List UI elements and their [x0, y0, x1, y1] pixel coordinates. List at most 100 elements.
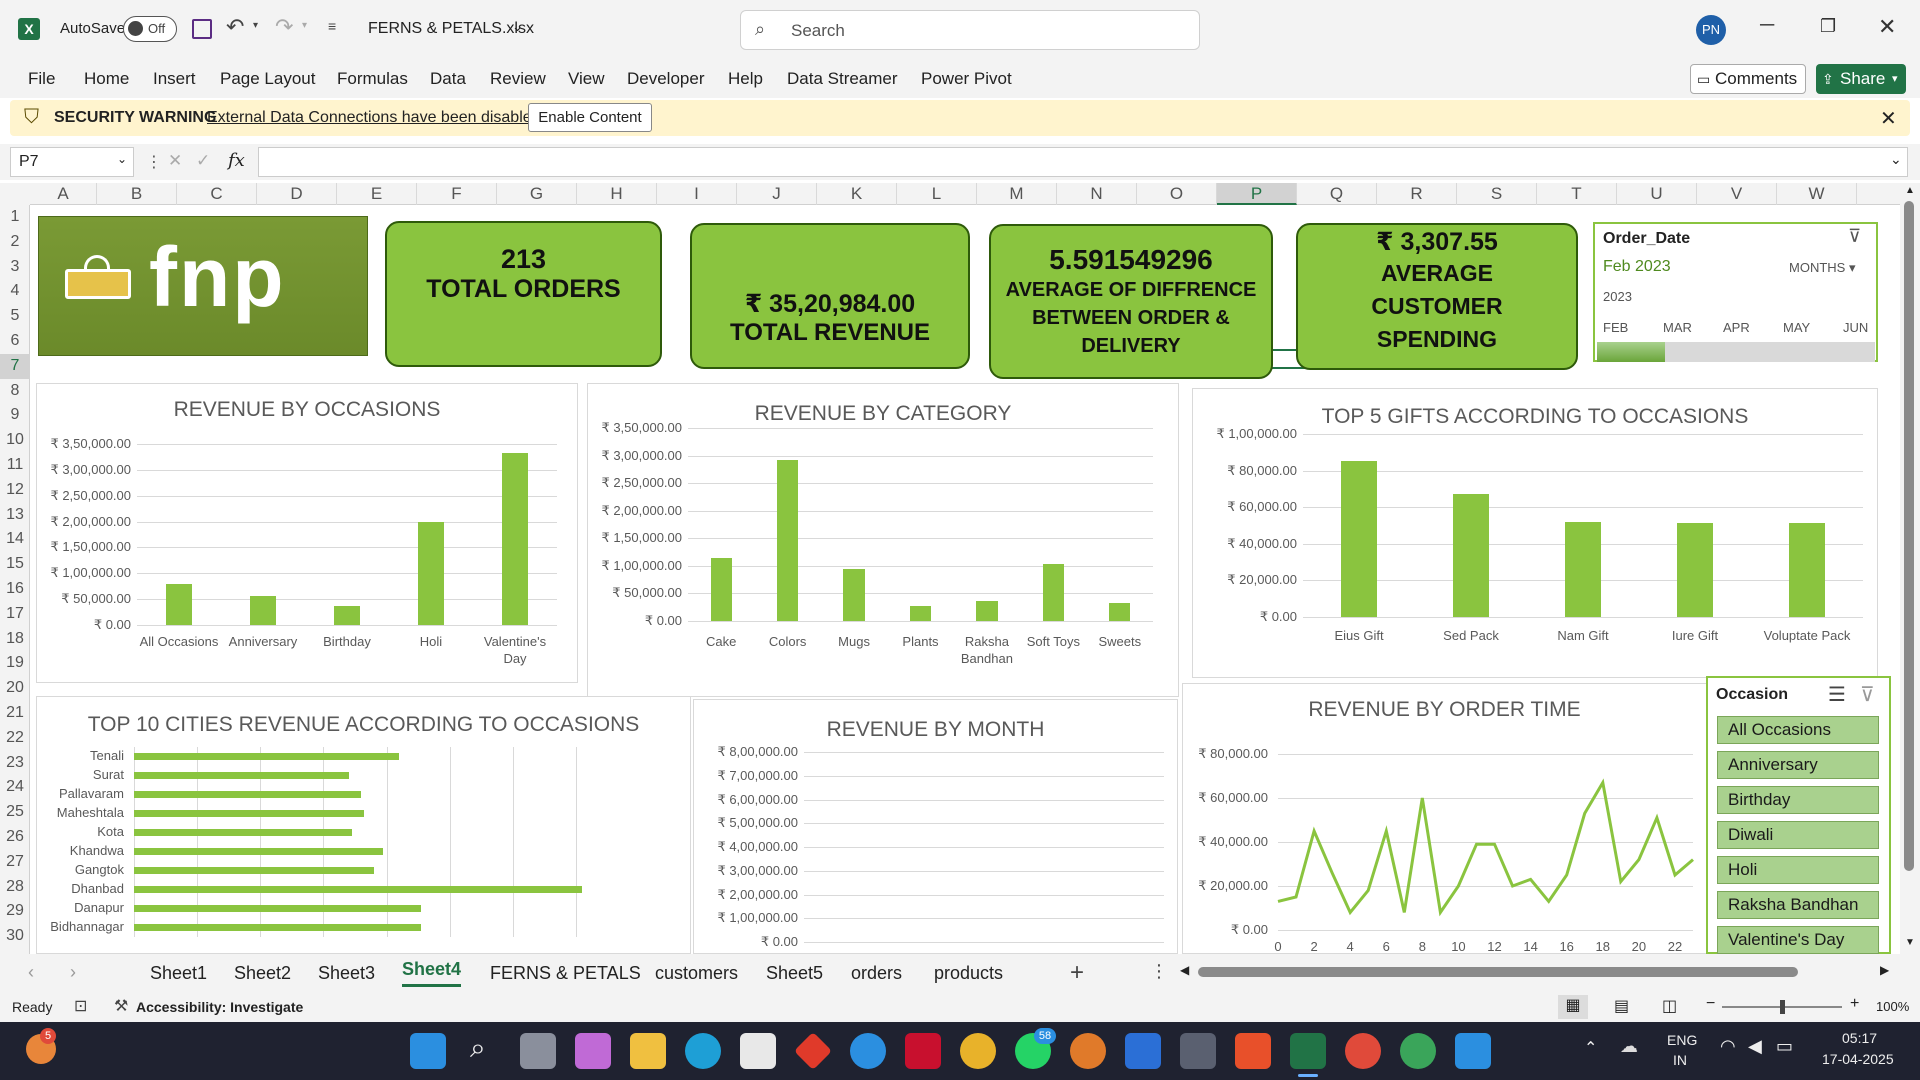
- row-header-19[interactable]: 19: [0, 651, 30, 676]
- row-header-21[interactable]: 21: [0, 701, 30, 726]
- restore-icon[interactable]: ❐: [1820, 16, 1836, 37]
- tab-scroll-left-icon[interactable]: ‹: [28, 962, 34, 983]
- tab-data[interactable]: Data: [430, 69, 466, 89]
- column-header-M[interactable]: M: [977, 183, 1057, 205]
- slicer-item[interactable]: All Occasions: [1717, 716, 1879, 744]
- horizontal-scrollbar[interactable]: ◀ ▶: [1180, 963, 1894, 980]
- zoom-slider-thumb[interactable]: [1780, 1000, 1785, 1014]
- column-header-I[interactable]: I: [657, 183, 737, 205]
- sheet-tab[interactable]: Sheet3: [318, 963, 375, 984]
- zoom-level[interactable]: 100%: [1876, 999, 1909, 1014]
- clock-date[interactable]: 17-04-2025: [1822, 1051, 1894, 1067]
- excel-taskbar-icon[interactable]: [1290, 1033, 1326, 1069]
- vertical-scroll-thumb[interactable]: [1904, 201, 1914, 871]
- tab-help[interactable]: Help: [728, 69, 763, 89]
- brave-icon[interactable]: [1235, 1033, 1271, 1069]
- page-layout-view-icon[interactable]: ▤: [1614, 996, 1629, 1016]
- customize-qat-icon[interactable]: ≡: [328, 18, 336, 34]
- timeline-month[interactable]: JUN: [1843, 320, 1868, 335]
- scroll-down-icon[interactable]: ▼: [1905, 937, 1915, 948]
- hscroll-right-icon[interactable]: ▶: [1880, 963, 1889, 977]
- timeline-month[interactable]: MAY: [1783, 320, 1810, 335]
- language-line1[interactable]: ENG: [1667, 1032, 1697, 1048]
- accessibility-status[interactable]: Accessibility: Investigate: [136, 999, 303, 1015]
- avatar[interactable]: PN: [1696, 15, 1726, 45]
- normal-view-button[interactable]: ▦: [1558, 995, 1588, 1019]
- tab-scroll-right-icon[interactable]: ›: [70, 962, 76, 983]
- timeline-unit-dropdown[interactable]: MONTHS ▾: [1789, 260, 1855, 276]
- store-icon[interactable]: [740, 1033, 776, 1069]
- row-header-3[interactable]: 3: [0, 255, 30, 280]
- column-header-B[interactable]: B: [97, 183, 177, 205]
- row-header-18[interactable]: 18: [0, 627, 30, 652]
- close-icon[interactable]: ✕: [1878, 14, 1896, 40]
- sheet-tab[interactable]: customers: [655, 963, 738, 984]
- file-name[interactable]: FERNS & PETALS.xlsx: [368, 20, 534, 38]
- file-explorer-icon[interactable]: [630, 1033, 666, 1069]
- row-header-20[interactable]: 20: [0, 676, 30, 701]
- tab-data-streamer[interactable]: Data Streamer: [787, 69, 898, 89]
- chart-revenue-by-category[interactable]: REVENUE BY CATEGORY ₹ 3,50,000.00 ₹ 3,00,…: [587, 383, 1179, 697]
- timeline-month[interactable]: FEB: [1603, 320, 1628, 335]
- column-header-H[interactable]: H: [577, 183, 657, 205]
- comments-button[interactable]: ▭ Comments: [1690, 64, 1806, 94]
- row-header-12[interactable]: 12: [0, 478, 30, 503]
- vertical-scrollbar[interactable]: ▲ ▼: [1900, 183, 1920, 954]
- column-header-A[interactable]: A: [30, 183, 97, 205]
- cancel-icon[interactable]: ✕: [168, 151, 182, 171]
- column-header-F[interactable]: F: [417, 183, 497, 205]
- task-view-icon[interactable]: [520, 1033, 556, 1069]
- row-header-14[interactable]: 14: [0, 527, 30, 552]
- column-header-C[interactable]: C: [177, 183, 257, 205]
- autosave-toggle[interactable]: Off: [123, 16, 177, 42]
- zoom-out-icon[interactable]: −: [1706, 995, 1715, 1013]
- horizontal-scroll-thumb[interactable]: [1198, 967, 1798, 977]
- macro-record-icon[interactable]: ⊡: [74, 996, 87, 1016]
- azure-icon[interactable]: [1125, 1033, 1161, 1069]
- row-header-15[interactable]: 15: [0, 552, 30, 577]
- row-header-16[interactable]: 16: [0, 577, 30, 602]
- slicer-item[interactable]: Birthday: [1717, 786, 1879, 814]
- tab-page-layout[interactable]: Page Layout: [220, 69, 315, 89]
- sheet-tab[interactable]: products: [934, 963, 1003, 984]
- chart-revenue-by-month[interactable]: REVENUE BY MONTH ₹ 8,00,000.00 ₹ 7,00,000…: [693, 699, 1178, 954]
- sheet-tab[interactable]: Sheet4: [402, 959, 462, 987]
- row-header-29[interactable]: 29: [0, 899, 30, 924]
- formula-input[interactable]: [258, 147, 1908, 177]
- row-header-11[interactable]: 11: [0, 453, 30, 478]
- start-icon[interactable]: [410, 1033, 446, 1069]
- row-header-8[interactable]: 8: [0, 379, 30, 404]
- column-header-O[interactable]: O: [1137, 183, 1217, 205]
- column-header-L[interactable]: L: [897, 183, 977, 205]
- tab-power-pivot[interactable]: Power Pivot: [921, 69, 1012, 89]
- sheet-tab[interactable]: orders: [851, 963, 902, 984]
- page-break-view-icon[interactable]: ◫: [1662, 996, 1677, 1016]
- row-header-13[interactable]: 13: [0, 503, 30, 528]
- row-header-24[interactable]: 24: [0, 775, 30, 800]
- worksheet-grid[interactable]: ABCDEFGHIJKLMNOPQRSTUVW 1 2 3 4 5 6 7 8 9 10 11 12 1…: [0, 183, 1920, 954]
- row-header-5[interactable]: 5: [0, 304, 30, 329]
- chrome-icon[interactable]: [960, 1033, 996, 1069]
- timeline-scrollbar[interactable]: [1597, 366, 1875, 378]
- redo-icon[interactable]: ↷: [275, 14, 293, 40]
- sheet-tab[interactable]: Sheet1: [150, 963, 207, 984]
- column-header-S[interactable]: S: [1457, 183, 1537, 205]
- column-header-P[interactable]: P: [1217, 183, 1297, 205]
- sheet-tab[interactable]: FERNS & PETALS: [490, 963, 641, 984]
- name-box[interactable]: P7 ⌄: [10, 147, 134, 177]
- column-header-K[interactable]: K: [817, 183, 897, 205]
- slicer-item[interactable]: Valentine's Day: [1717, 926, 1879, 954]
- chart-revenue-by-order-time[interactable]: REVENUE BY ORDER TIME ₹ 80,000.00 ₹ 60,00…: [1182, 683, 1707, 954]
- enable-content-button[interactable]: Enable Content: [528, 103, 652, 132]
- slicer-item[interactable]: Diwali: [1717, 821, 1879, 849]
- chart-top5-gifts[interactable]: TOP 5 GIFTS ACCORDING TO OCCASIONS ₹ 1,0…: [1192, 388, 1878, 678]
- column-header-W[interactable]: W: [1777, 183, 1857, 205]
- maps-icon[interactable]: [1345, 1033, 1381, 1069]
- sheet-options-icon[interactable]: ⋮: [1150, 961, 1168, 982]
- undo-dropdown-icon[interactable]: ▾: [253, 20, 258, 31]
- hscroll-left-icon[interactable]: ◀: [1180, 963, 1189, 977]
- row-header-9[interactable]: 9: [0, 403, 30, 428]
- save-icon[interactable]: [192, 19, 212, 39]
- row-header-10[interactable]: 10: [0, 428, 30, 453]
- timeline-month[interactable]: APR: [1723, 320, 1750, 335]
